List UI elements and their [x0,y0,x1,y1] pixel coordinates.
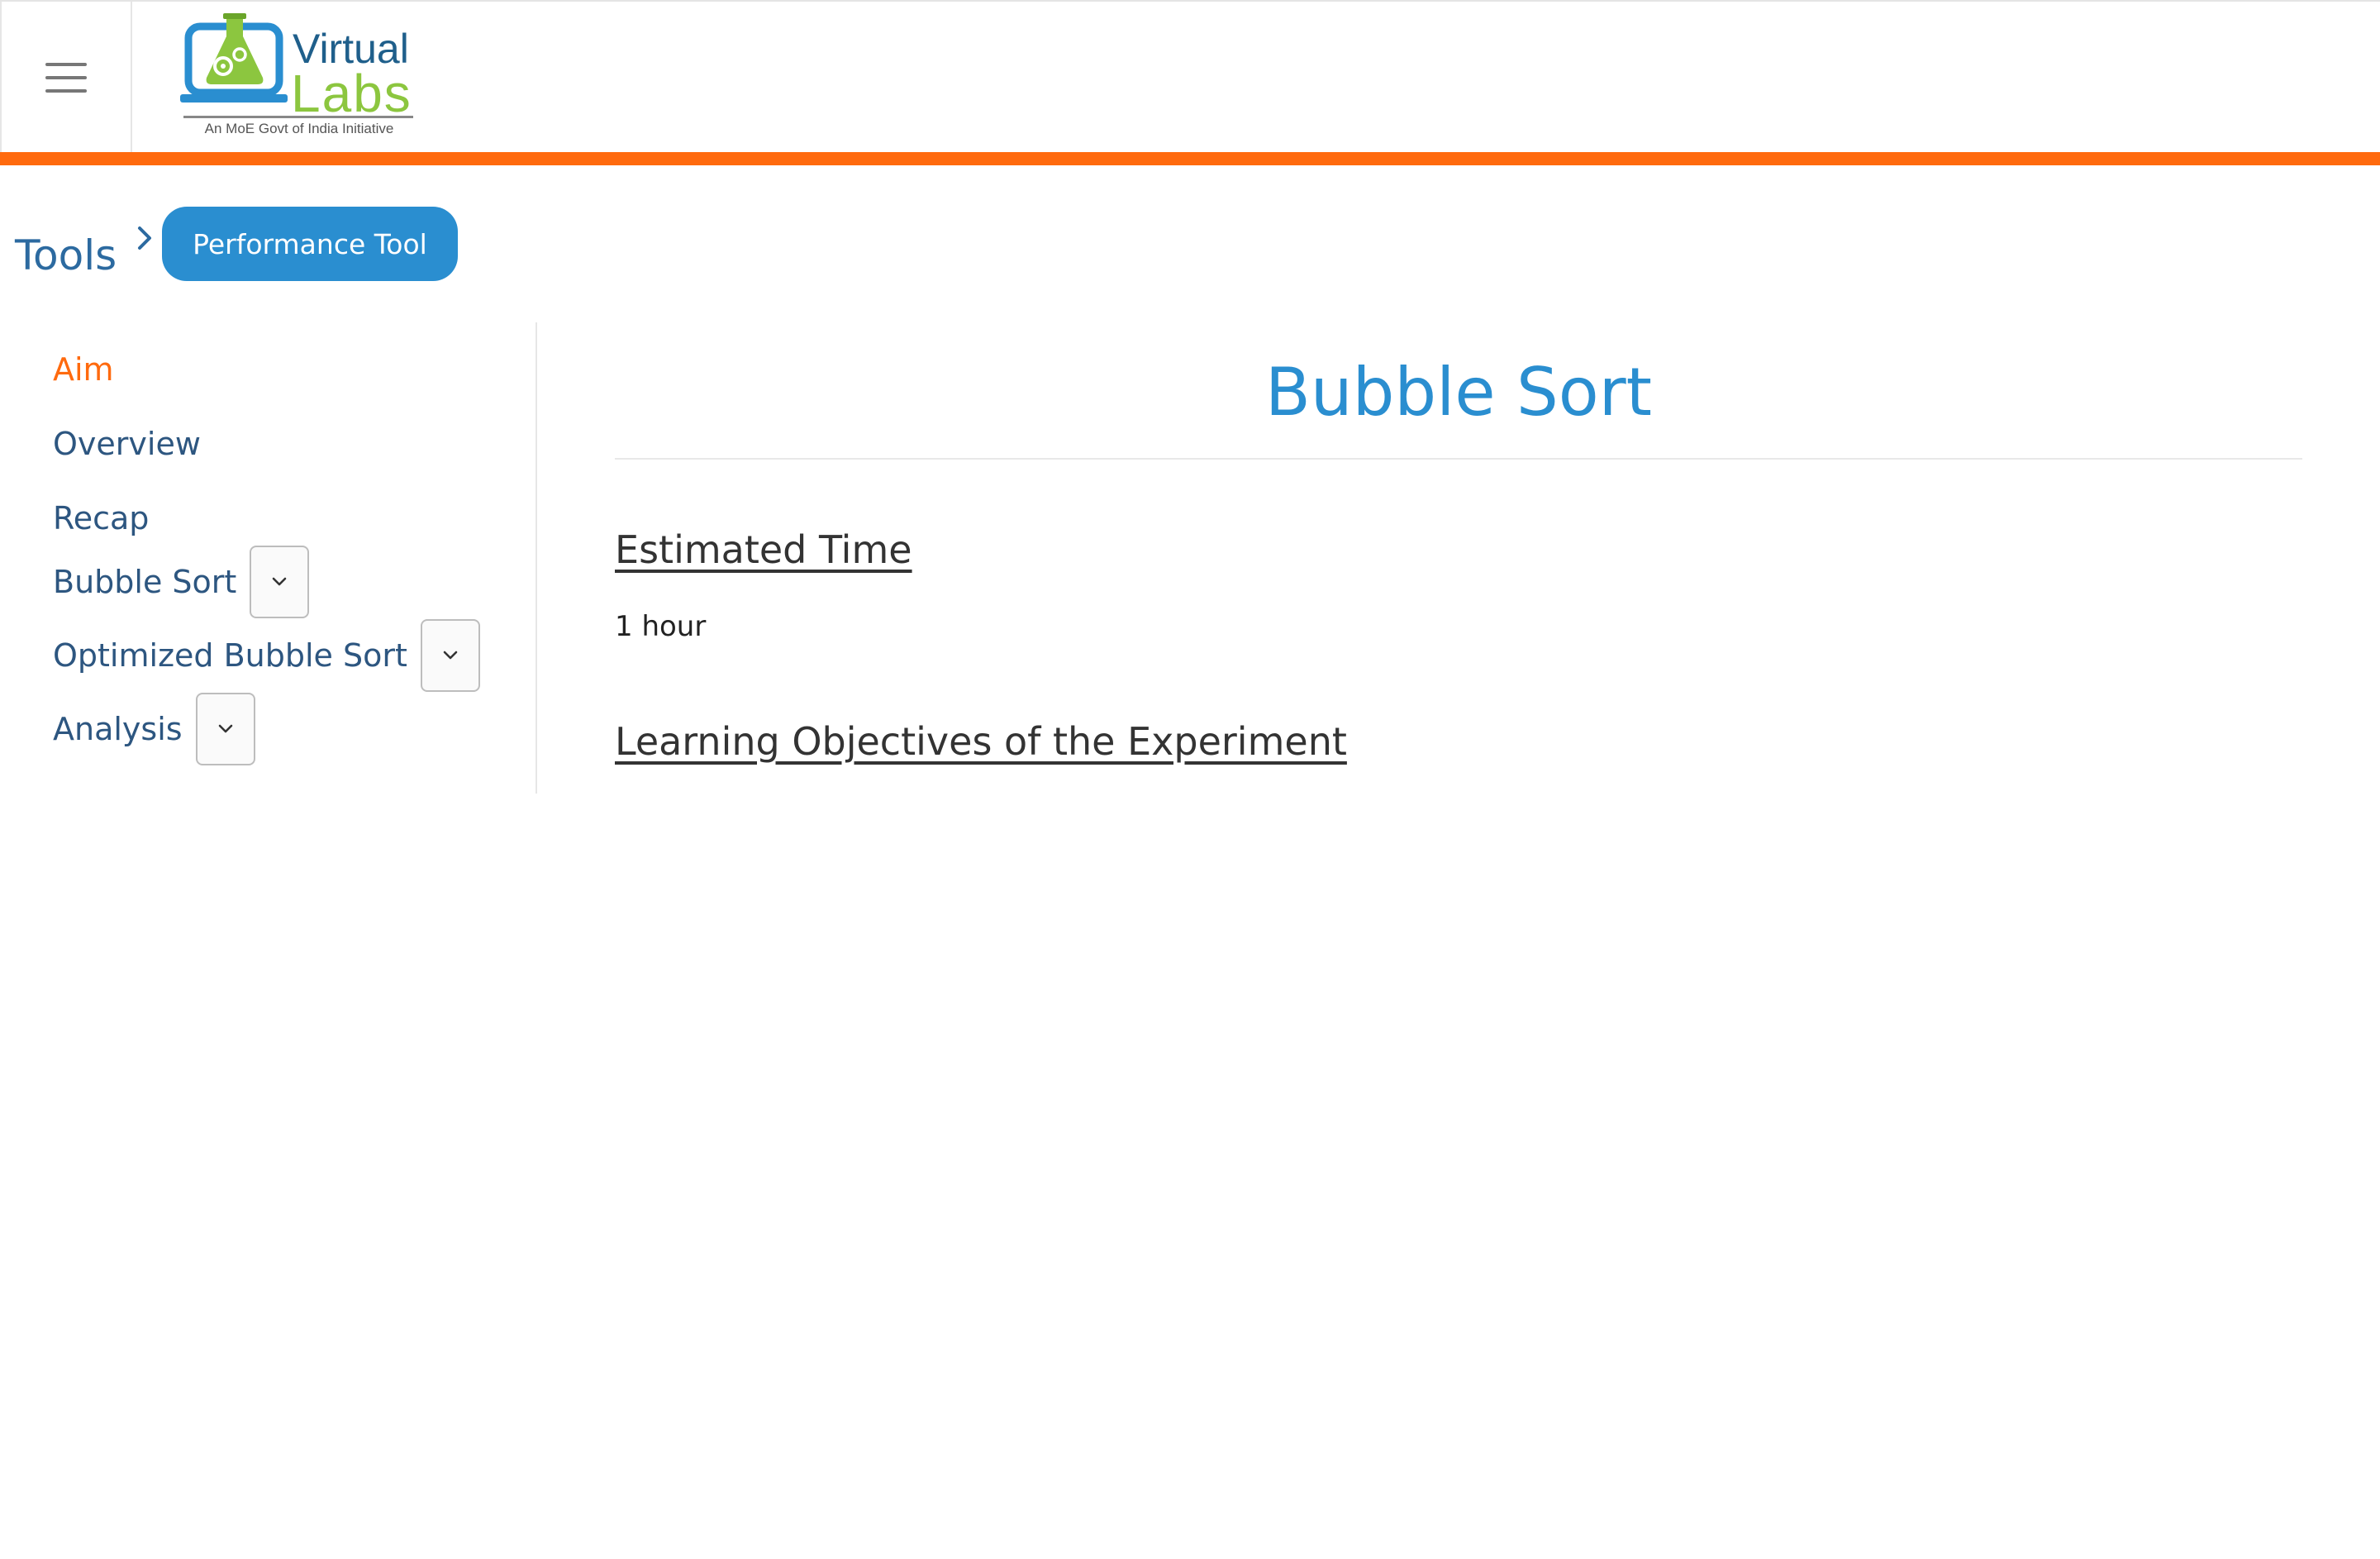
sidebar-item-label: Bubble Sort [53,564,237,600]
sidebar-item-label: Aim [53,351,114,388]
site-header: Virtual Labs An MoE Govt of India Initia… [0,0,2380,154]
estimated-time-heading: Estimated Time [615,527,912,572]
sidebar-item-overview[interactable]: Overview [53,415,201,473]
virtual-labs-logo[interactable]: Virtual Labs An MoE Govt of India Initia… [180,12,420,144]
chevron-down-icon [273,577,287,586]
main-content: Bubble Sort Estimated Time 1 hour Learni… [615,347,2302,764]
bubble-sort-dropdown-button[interactable] [250,546,310,618]
sidebar-item-label: Analysis [53,711,183,747]
title-divider [615,458,2302,460]
sidebar-item-optimized-bubble-sort[interactable]: Optimized Bubble Sort [53,617,480,694]
optimized-bubble-sort-dropdown-button[interactable] [420,619,480,692]
logo-text-labs: Labs [291,64,412,123]
learning-objectives-heading: Learning Objectives of the Experiment [615,719,1347,764]
chevron-down-icon [443,651,458,660]
page-title: Bubble Sort [1264,354,1652,431]
sidebar-item-label: Optimized Bubble Sort [53,637,407,674]
analysis-dropdown-button[interactable] [195,693,255,765]
sidebar-item-analysis[interactable]: Analysis [53,691,255,767]
sidebar-item-bubble-sort[interactable]: Bubble Sort [53,544,310,620]
flask-laptop-logo-icon [180,13,288,103]
sidebar-item-aim[interactable]: Aim [53,341,114,398]
hamburger-menu-button[interactable] [0,2,132,154]
chevron-down-icon [218,724,232,733]
logo-divider [183,116,413,118]
logo-tagline: An MoE Govt of India Initiative [204,121,394,136]
performance-tool-button[interactable]: Performance Tool [162,207,458,281]
sidebar-item-label: Recap [53,500,150,536]
estimated-time-value: 1 hour [615,610,707,643]
sidebar-item-label: Overview [53,426,201,462]
sidebar-item-recap[interactable]: Recap [53,489,149,547]
hamburger-menu-icon [45,63,87,93]
header-accent-bar [0,152,2380,165]
chevron-right-icon [138,226,151,250]
experiment-sidebar: Aim Overview Recap Bubble Sort Optimized… [0,322,537,794]
breadcrumb-tools-link[interactable]: Tools [15,231,117,279]
